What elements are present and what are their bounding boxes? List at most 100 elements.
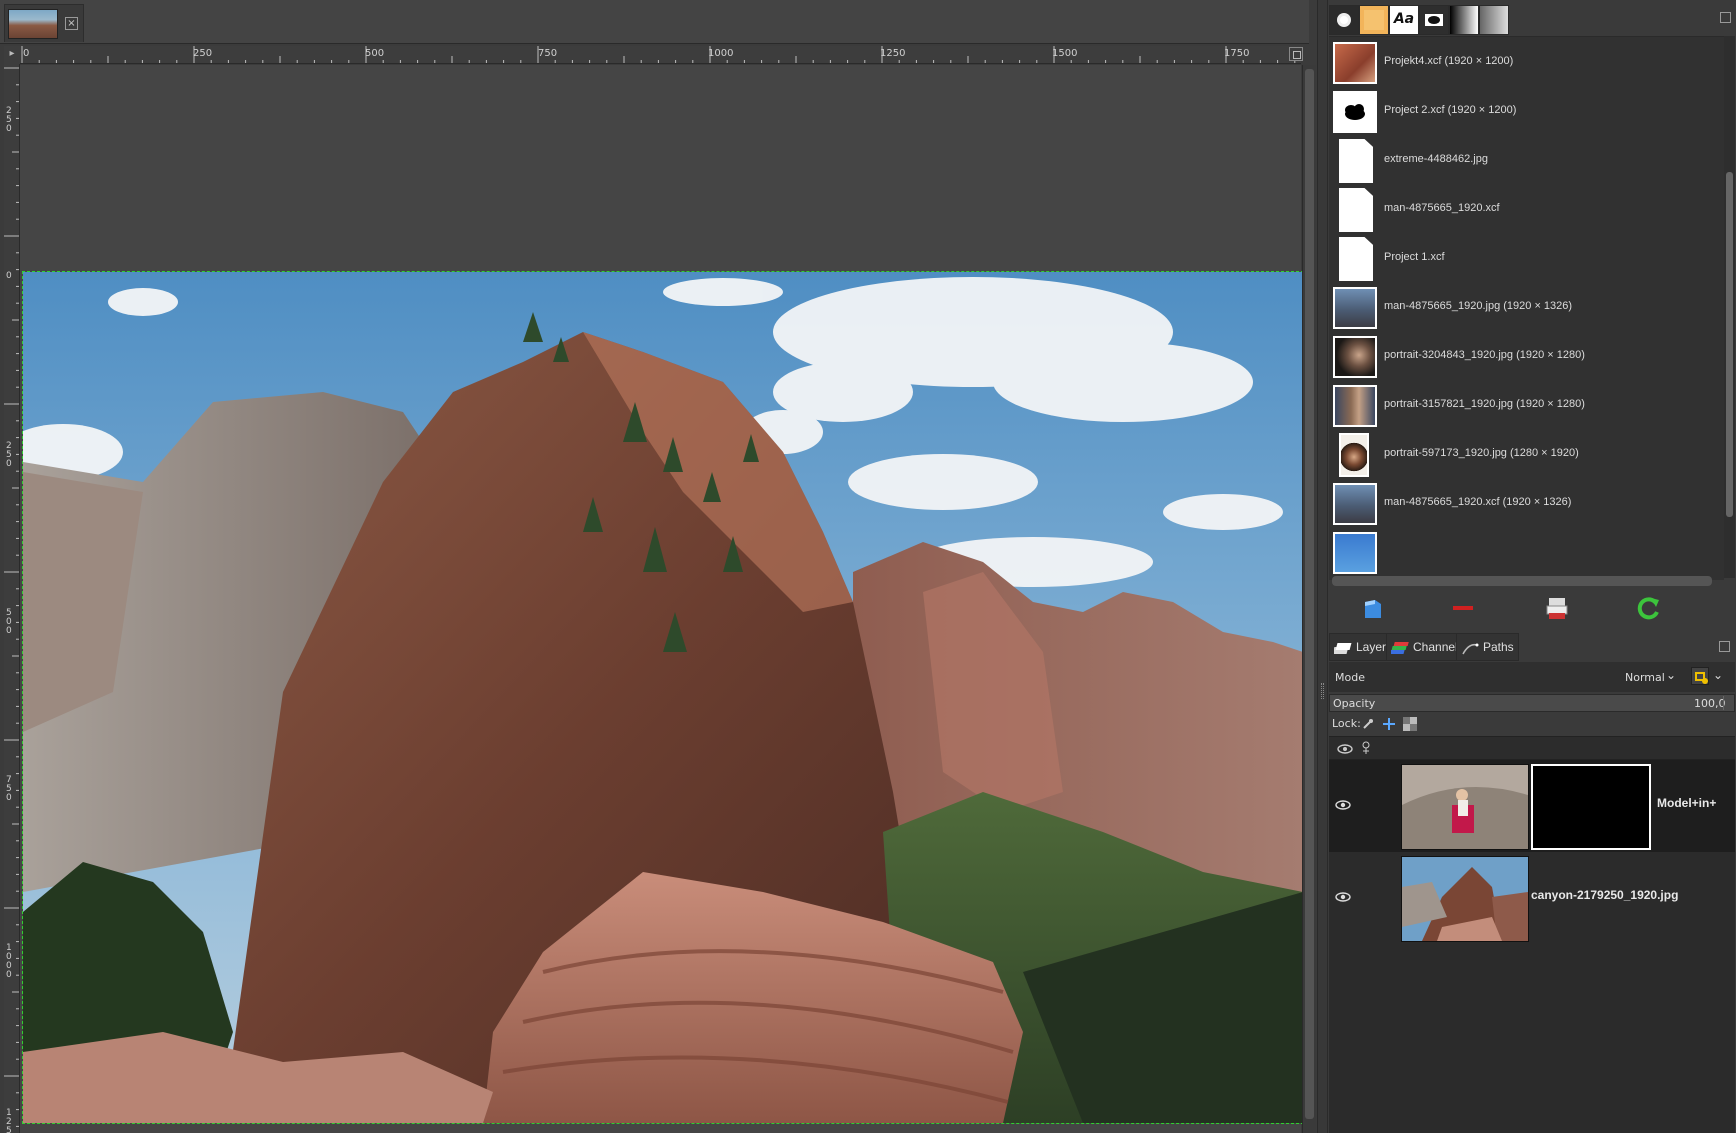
ruler-label: 250 <box>193 48 213 59</box>
image-mask-icon[interactable] <box>1419 5 1449 35</box>
eye-icon[interactable] <box>1335 888 1351 902</box>
lock-label: Lock: <box>1332 717 1361 730</box>
ruler-corner-button[interactable]: ▸ <box>4 46 20 64</box>
layer-boundary <box>22 271 1304 1124</box>
layers-list[interactable]: Model+in+ canyon-2179250_1920.jpg <box>1329 760 1735 1133</box>
layer-thumbnail[interactable] <box>1401 764 1529 850</box>
layers-dock-tab-bar: Layers Channels Paths <box>1329 633 1735 661</box>
open-icon[interactable] <box>1359 594 1387 622</box>
gradient-icon[interactable] <box>1449 5 1479 35</box>
layer-name[interactable]: canyon-2179250_1920.jpg <box>1531 888 1678 902</box>
layer-thumbnail[interactable] <box>1401 856 1529 942</box>
chevron-down-icon[interactable]: ⌄ <box>1666 668 1680 682</box>
scrollbar-thumb[interactable] <box>1726 172 1733 517</box>
canvas-vertical-scrollbar[interactable] <box>1302 65 1316 1133</box>
layer-mask-thumbnail[interactable] <box>1531 764 1651 850</box>
ruler-label: 750 <box>6 775 12 803</box>
clear-icon[interactable] <box>1543 594 1571 622</box>
font-icon[interactable]: Aa <box>1389 5 1419 35</box>
opacity-value[interactable]: 100,0 <box>1694 697 1726 710</box>
thumbnail-icon <box>1339 433 1369 477</box>
ruler-label: 1500 <box>1052 48 1078 59</box>
scrollbar-thumb[interactable] <box>1305 69 1314 1119</box>
ruler-label: 125 <box>6 1108 12 1133</box>
ruler-label: 500 <box>6 608 12 636</box>
image-tab[interactable]: × <box>4 4 84 42</box>
vertical-ruler[interactable]: 250 0 250 500 750 1000 125 <box>4 64 20 1133</box>
horizontal-ruler[interactable]: 0 250 500 750 1000 1250 1500 1750 <box>20 46 1301 64</box>
history-item-label: Project 2.xcf (1920 × 1200) <box>1384 104 1517 116</box>
dock-divider[interactable] <box>1317 0 1328 1133</box>
layer-row[interactable]: canyon-2179250_1920.jpg <box>1329 852 1735 944</box>
history-vertical-scrollbar[interactable] <box>1724 36 1735 578</box>
history-item[interactable]: man-4875665_1920.xcf <box>1329 184 1724 236</box>
thumbnail-icon <box>1333 385 1377 427</box>
document-history-list[interactable]: Projekt4.xcf (1920 × 1200) Project 2.xcf… <box>1329 36 1724 580</box>
dock-menu-icon[interactable] <box>1719 641 1730 652</box>
layers-tab-icon <box>1332 639 1352 654</box>
mode-select[interactable]: Normal <box>1625 671 1665 684</box>
document-icon <box>1339 139 1373 183</box>
tab-label: Paths <box>1483 640 1514 654</box>
brush-icon[interactable] <box>1329 5 1359 35</box>
switch-mode-icon[interactable] <box>1691 667 1709 685</box>
eye-icon[interactable] <box>1335 796 1351 810</box>
history-item[interactable]: Project 2.xcf (1920 × 1200) <box>1329 86 1724 138</box>
history-item-label: extreme-4488462.jpg <box>1384 153 1488 165</box>
lock-alpha-icon[interactable] <box>1403 716 1417 731</box>
right-dock: Aa Projekt4.xcf (1920 × 1200) Project 2.… <box>1328 0 1736 1133</box>
cloud-thumbnail-icon <box>1333 91 1377 133</box>
history-item[interactable]: Projekt4.xcf (1920 × 1200) <box>1329 37 1724 89</box>
gray-gradient-icon[interactable] <box>1479 5 1509 35</box>
navigate-icon[interactable] <box>1289 47 1303 61</box>
history-horizontal-scrollbar[interactable] <box>1332 576 1712 586</box>
chevron-down-icon[interactable]: ⌄ <box>1713 668 1723 682</box>
remove-icon[interactable] <box>1449 594 1477 622</box>
ruler-label: 1000 <box>6 943 12 980</box>
history-item[interactable]: portrait-3157821_1920.jpg (1920 × 1280) <box>1329 380 1724 432</box>
ruler-label: 1750 <box>1224 48 1250 59</box>
history-item-label: portrait-3157821_1920.jpg (1920 × 1280) <box>1384 398 1585 410</box>
history-item[interactable]: extreme-4488462.jpg <box>1329 135 1724 187</box>
history-item[interactable] <box>1329 527 1724 579</box>
chain-header-icon[interactable] <box>1359 740 1373 756</box>
ruler-label: 750 <box>538 48 558 59</box>
ruler-label: 0 <box>6 271 12 281</box>
thumbnail-icon <box>1333 532 1377 574</box>
ruler-label: 500 <box>365 48 385 59</box>
history-item[interactable]: man-4875665_1920.xcf (1920 × 1326) <box>1329 478 1724 530</box>
close-icon[interactable]: × <box>65 17 78 30</box>
thumbnail-icon <box>1333 287 1377 329</box>
mode-label: Mode <box>1335 671 1365 684</box>
horizontal-ruler-ticks <box>21 46 1296 63</box>
divider-grip-icon[interactable] <box>1321 683 1324 699</box>
layer-row[interactable]: Model+in+ <box>1329 760 1735 852</box>
pattern-icon[interactable] <box>1359 5 1389 35</box>
tab-paths[interactable]: Paths <box>1456 633 1519 661</box>
refresh-icon[interactable] <box>1635 594 1663 622</box>
spin-buttons-icon[interactable] <box>1723 696 1733 710</box>
history-item[interactable]: man-4875665_1920.jpg (1920 × 1326) <box>1329 282 1724 334</box>
dock-tab-bar-top: Aa <box>1329 5 1733 35</box>
layer-name[interactable]: Model+in+ <box>1657 796 1716 810</box>
history-item-label: Project 1.xcf <box>1384 251 1445 263</box>
history-item-label: man-4875665_1920.xcf (1920 × 1326) <box>1384 496 1572 508</box>
history-item[interactable]: Project 1.xcf <box>1329 233 1724 285</box>
ruler-label: 1250 <box>880 48 906 59</box>
thumbnail-icon <box>1333 42 1377 84</box>
history-item-label: Projekt4.xcf (1920 × 1200) <box>1384 55 1514 67</box>
history-item[interactable]: portrait-3204843_1920.jpg (1920 × 1280) <box>1329 331 1724 383</box>
lock-pixels-icon[interactable] <box>1361 716 1375 730</box>
image-tab-thumbnail <box>8 9 58 39</box>
opacity-slider[interactable]: Opacity 100,0 <box>1329 694 1735 712</box>
ruler-label: 0 <box>23 48 30 59</box>
history-item[interactable]: portrait-597173_1920.jpg (1280 × 1920) <box>1329 429 1724 481</box>
thumbnail-icon <box>1333 483 1377 525</box>
ruler-label: 1000 <box>708 48 734 59</box>
lock-position-icon[interactable] <box>1382 716 1396 730</box>
history-item-label: man-4875665_1920.xcf <box>1384 202 1500 214</box>
dock-menu-icon[interactable] <box>1720 12 1731 23</box>
visibility-header-icon[interactable] <box>1337 741 1353 755</box>
document-icon <box>1339 237 1373 281</box>
image-canvas[interactable] <box>20 65 1304 1133</box>
